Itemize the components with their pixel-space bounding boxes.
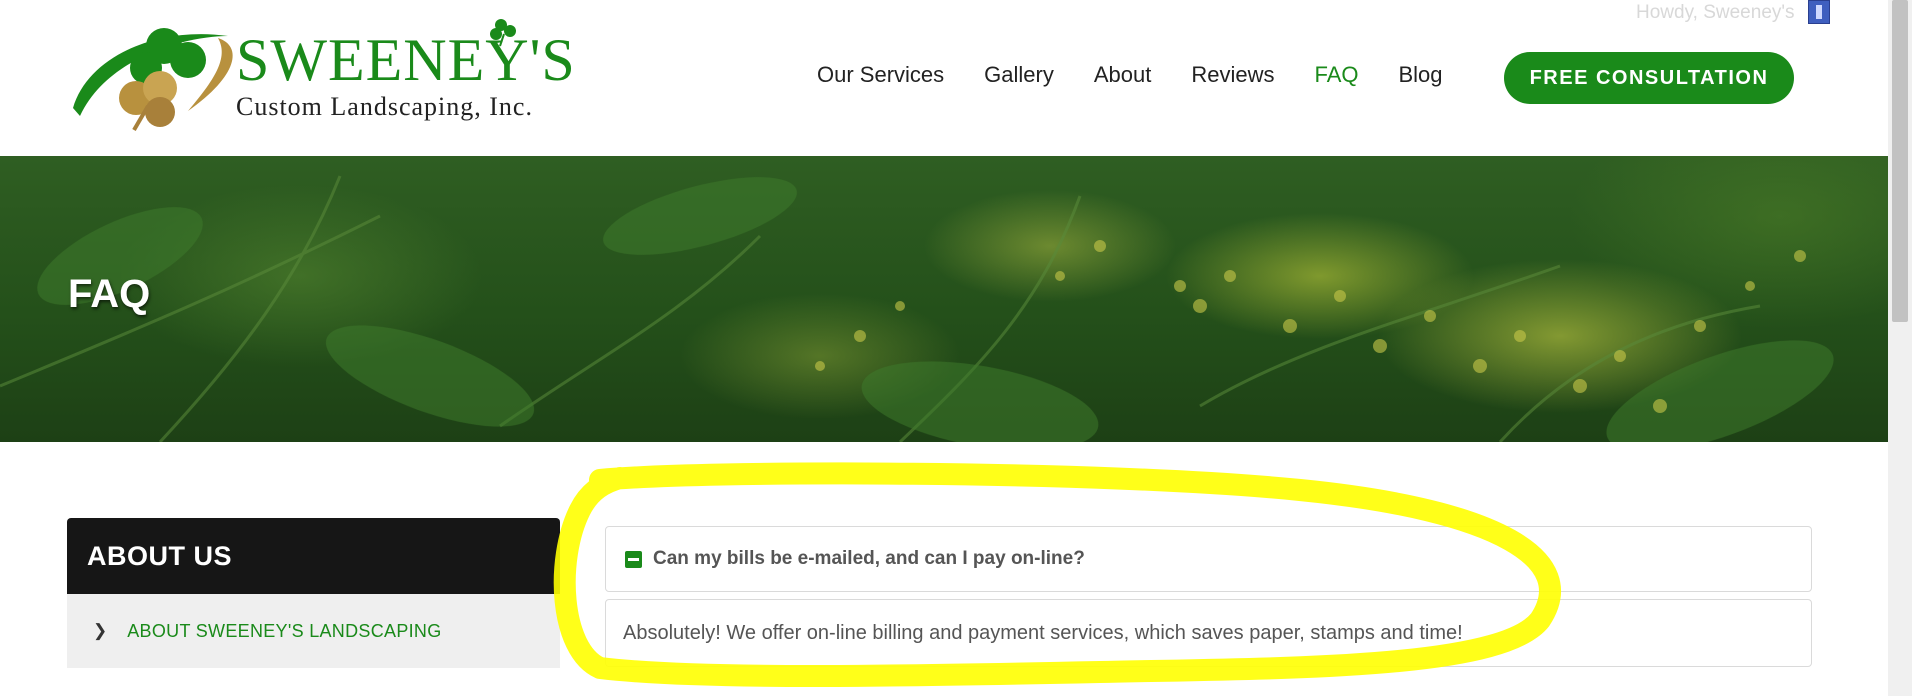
nav-blog[interactable]: Blog (1399, 62, 1443, 88)
sidebar-item-label[interactable]: ABOUT SWEENEY'S LANDSCAPING (127, 621, 441, 642)
nav-our-services[interactable]: Our Services (817, 62, 944, 88)
sidebar: ABOUT US ❯ ABOUT SWEENEY'S LANDSCAPING (67, 518, 560, 668)
brand-name: SWEENEY'S (236, 27, 576, 93)
hero-banner: FAQ (0, 156, 1888, 442)
faq-question: Can my bills be e-mailed, and can I pay … (653, 548, 1085, 569)
sidebar-item-about-sweeneys[interactable]: ❯ ABOUT SWEENEY'S LANDSCAPING (67, 594, 560, 668)
foliage-background (0, 175, 1834, 442)
minus-box-icon (625, 550, 642, 568)
main-nav: Our Services Gallery About Reviews FAQ B… (817, 62, 1483, 88)
nav-about[interactable]: About (1094, 62, 1152, 88)
sidebar-heading: ABOUT US (67, 518, 560, 594)
nav-gallery[interactable]: Gallery (984, 62, 1054, 88)
faq-answer: Absolutely! We offer on-line billing and… (623, 621, 1463, 644)
page-scrollbar[interactable] (1888, 0, 1912, 696)
brand-tagline: Custom Landscaping, Inc. (236, 92, 533, 121)
page-title: FAQ (68, 272, 151, 316)
scrollbar-thumb[interactable] (1892, 0, 1908, 322)
faq-question-toggle[interactable]: Can my bills be e-mailed, and can I pay … (605, 526, 1812, 592)
nav-reviews[interactable]: Reviews (1191, 62, 1274, 88)
nav-faq[interactable]: FAQ (1314, 62, 1358, 88)
free-consultation-button[interactable]: FREE CONSULTATION (1504, 52, 1794, 104)
avatar-icon[interactable] (1808, 0, 1830, 24)
chevron-right-icon: ❯ (93, 621, 108, 640)
admin-greeting[interactable]: Howdy, Sweeney's (1636, 2, 1795, 24)
site-header: SWEENEY'S Custom Landscaping, Inc. Our S… (0, 0, 1888, 156)
site-logo[interactable]: SWEENEY'S Custom Landscaping, Inc. (68, 16, 575, 134)
faq-answer-panel: Absolutely! We offer on-line billing and… (605, 599, 1812, 667)
